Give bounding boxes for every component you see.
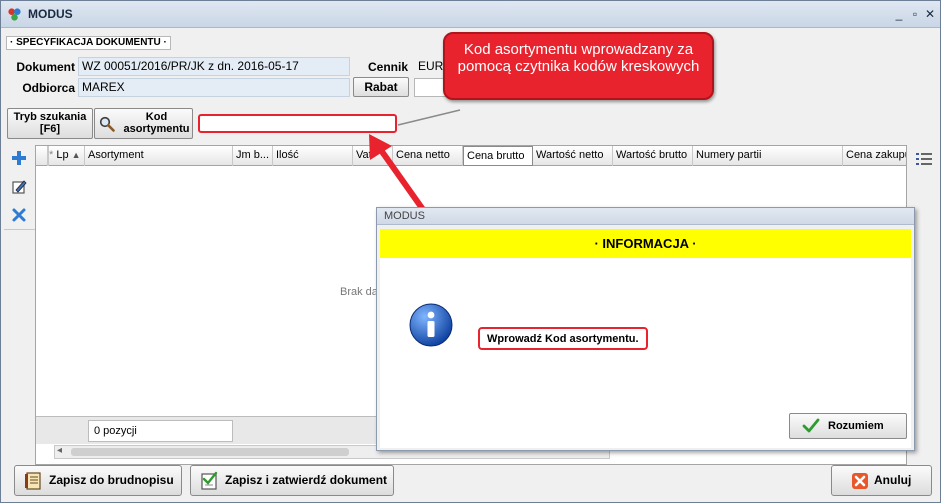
section-label: · SPECYFIKACJA DOKUMENTU · [6,36,171,50]
document-label: Dokument [16,60,75,74]
col-unit[interactable]: Jm b... [233,146,273,166]
app-icon [8,8,21,21]
empty-grid-message: Brak da [340,286,378,298]
save-draft-label: Zapisz do brudnopisu [49,473,174,487]
code-input[interactable] [198,114,397,133]
add-icon[interactable] [10,149,28,167]
pricelist-label: Cennik [367,60,408,74]
col-gross-value[interactable]: Wartość brutto [613,146,693,166]
maximize-button[interactable]: ▫ [908,7,922,21]
recipient-label: Odbiorca [22,81,75,95]
delete-icon[interactable] [10,206,28,224]
col-assortment[interactable]: Asortyment [85,146,233,166]
dialog-title: MODUS [377,208,914,225]
col-net-price[interactable]: Cena netto [393,146,463,166]
code-button-label: Kod asortymentu [123,111,190,135]
col-lp-label: Lp [56,149,69,161]
dialog-ok-button[interactable]: Rozumiem [789,413,907,439]
scroll-thumb[interactable] [71,448,349,456]
notebook-icon [25,472,41,490]
cancel-x-icon [852,473,868,489]
edit-icon[interactable] [10,178,28,196]
scroll-left-icon[interactable]: ◂ [57,445,62,456]
col-lp[interactable]: * Lp ▲ [48,146,85,166]
search-mode-button[interactable]: Tryb szukania [F6] [7,108,93,139]
col-batch-numbers[interactable]: Numery partii [693,146,843,166]
minimize-button[interactable]: _ [892,7,906,21]
checkmark-icon [802,418,820,433]
search-icon [99,116,115,132]
side-divider [4,229,35,230]
close-button[interactable]: ✕ [923,7,937,21]
code-button[interactable]: Kod asortymentu [94,108,193,139]
info-dialog: MODUS · INFORMACJA · Wprowadź Kod asorty… [376,207,915,451]
col-quantity[interactable]: Ilość [273,146,353,166]
cancel-label: Anuluj [874,473,912,487]
item-count: 0 pozycji [88,420,233,442]
recipient-field: MAREX [78,78,350,97]
save-confirm-label: Zapisz i zatwierdź dokument [225,473,388,487]
dialog-message: Wprowadź Kod asortymentu. [478,327,648,350]
window-title: MODUS [28,7,73,21]
col-select[interactable] [36,146,48,166]
grid-header: * * Lp ▲ Asortyment Jm b... Ilość Vat Ce… [36,146,906,166]
dialog-body: Wprowadź Kod asortymentu. Rozumiem [380,258,911,448]
discount-label: Rabat [353,77,409,97]
document-field: WZ 00051/2016/PR/JK z dn. 2016-05-17 [78,57,350,76]
sort-asc-icon: ▲ [71,150,81,160]
columns-menu-icon[interactable] [915,151,933,167]
col-vat[interactable]: Vat [353,146,393,166]
checklist-icon [201,471,218,490]
col-purchase-price[interactable]: Cena zakupu [843,146,906,166]
cancel-button[interactable]: Anuluj [831,465,932,496]
dialog-ok-label: Rozumiem [828,420,884,432]
dialog-header: · INFORMACJA · [380,229,911,258]
info-icon [409,303,453,347]
save-confirm-button[interactable]: Zapisz i zatwierdź dokument [190,465,394,496]
col-gross-price[interactable]: Cena brutto [463,146,533,166]
annotation-callout: Kod asortymentu wprowadzany za pomocą cz… [443,32,714,100]
title-bar: MODUS _ ▫ ✕ [1,1,940,28]
save-draft-button[interactable]: Zapisz do brudnopisu [14,465,182,496]
col-net-value[interactable]: Wartość netto [533,146,613,166]
